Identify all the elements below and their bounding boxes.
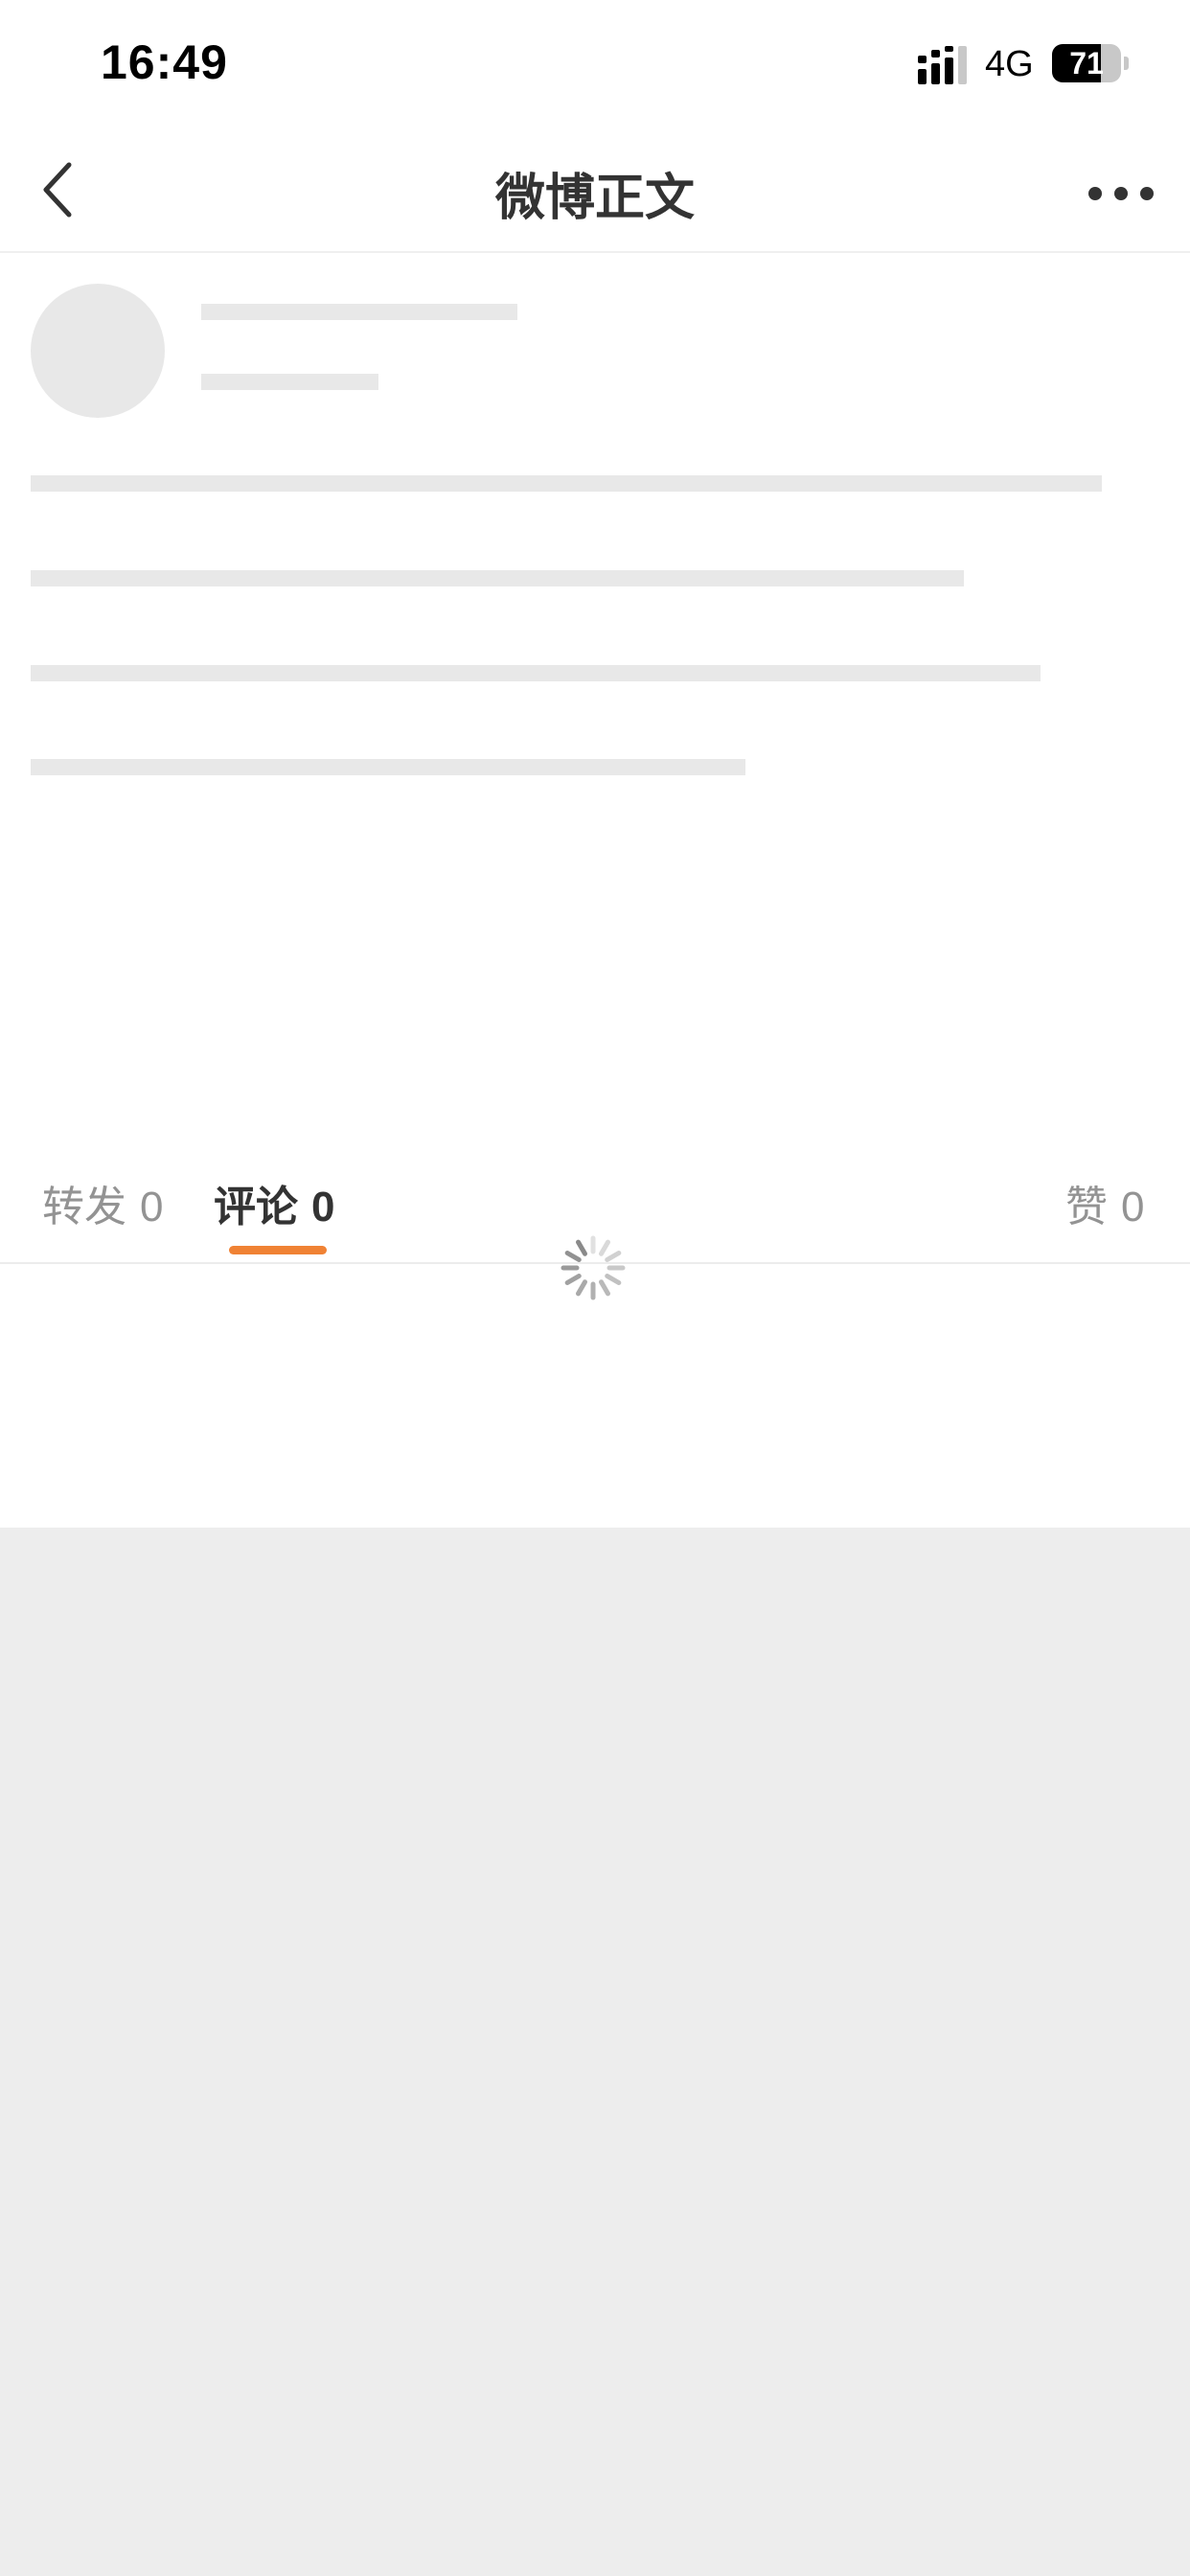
tab-reposts[interactable]: 转发 0 [42,1172,163,1233]
tab-comments[interactable]: 评论 0 [214,1172,334,1233]
skeleton-text-line [31,665,1041,681]
navigation-bar: 微博正文 [0,130,1190,253]
tab-likes-label: 赞 [1065,1183,1108,1231]
more-options-button[interactable] [1073,155,1169,232]
skeleton-username [201,304,517,320]
tab-likes-count: 0 [1121,1184,1145,1230]
page-title: 微博正文 [494,170,695,227]
post-content-area: 转发 0 评论 0 赞0 [0,253,1190,1528]
spinner-spoke [605,1274,622,1285]
spinner-spoke [599,1239,610,1256]
tab-reposts-count: 0 [140,1184,164,1230]
cellular-signal-icon [918,46,967,84]
spinner-spoke [576,1279,587,1297]
skeleton-text-line [31,475,1102,492]
status-time: 16:49 [101,35,228,89]
battery-icon: 71 [1052,44,1129,82]
tab-likes[interactable]: 赞0 [1065,1172,1144,1233]
spinner-spoke [564,1274,582,1285]
active-tab-indicator [229,1246,327,1254]
battery-level-text: 71 [1069,46,1104,80]
skeleton-text-line [31,759,745,775]
spinner-spoke [564,1251,582,1262]
spinner-spoke [576,1239,587,1256]
skeleton-text-line [31,570,964,586]
tab-comments-label: 评论 [214,1183,298,1231]
tab-comments-count: 0 [311,1184,335,1230]
status-bar: 16:49 4G 71 [0,0,1190,130]
network-type-label: 4G [985,44,1034,84]
spinner-spoke [605,1251,622,1262]
spinner-spoke [599,1279,610,1297]
tab-reposts-label: 转发 [42,1183,126,1231]
weibo-detail-screen: 16:49 4G 71 微博正文 转发 0 评论 0 赞 0 [0,0,1190,2576]
loading-spinner-icon [561,1235,626,1300]
more-horizontal-icon [1088,187,1154,200]
avatar-placeholder [31,284,165,418]
skeleton-timestamp [201,374,378,390]
